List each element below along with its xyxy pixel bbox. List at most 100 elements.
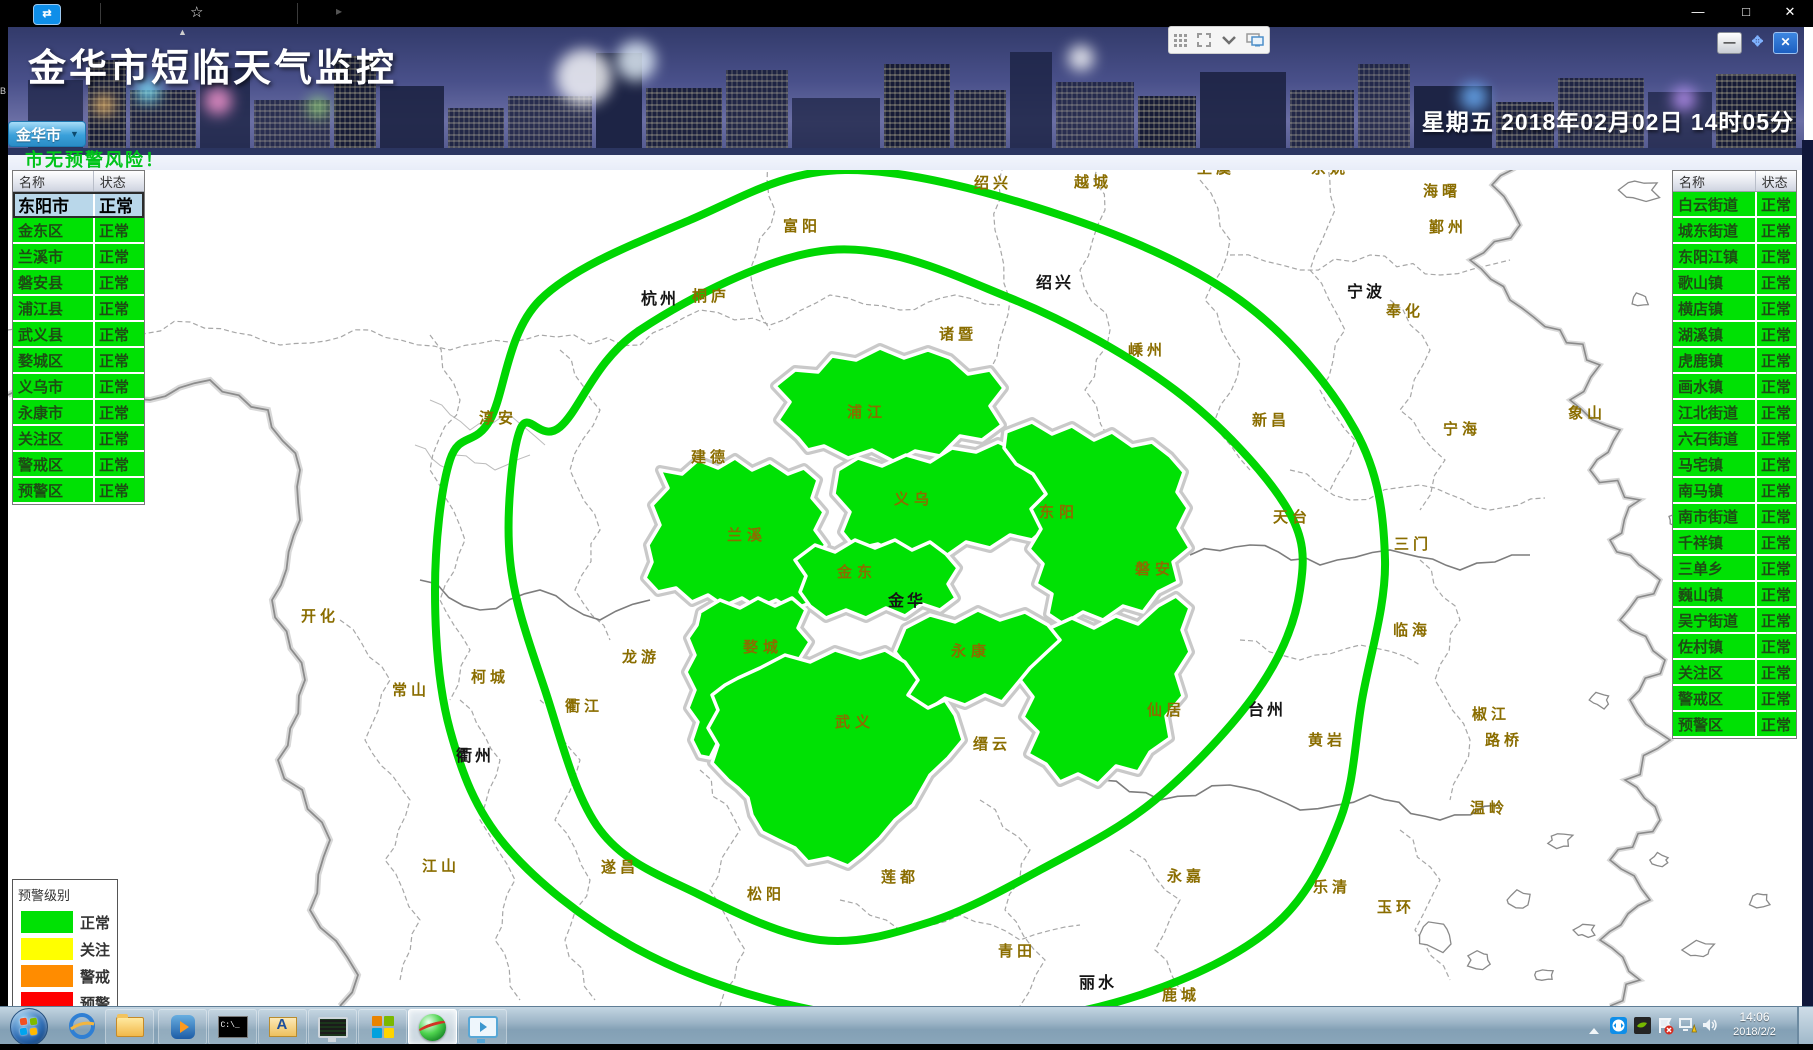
network-warning-icon[interactable] (1679, 1017, 1698, 1039)
nvidia-tray-icon[interactable] (1634, 1017, 1651, 1039)
teamviewer-icon[interactable]: ⇄ (33, 4, 61, 25)
table-row[interactable]: 马宅镇正常 (1673, 452, 1796, 478)
app-minimize-button[interactable]: — (1717, 32, 1742, 54)
screen-bottom-edge (0, 1044, 1813, 1050)
table-row[interactable]: 义乌市正常 (13, 374, 144, 400)
row-name: 金东区 (13, 220, 93, 241)
row-status: 正常 (93, 348, 144, 372)
start-button[interactable] (10, 1008, 48, 1046)
taskbar-item-media-player[interactable] (158, 1009, 207, 1045)
table-row[interactable]: 画水镇正常 (1673, 374, 1796, 400)
app-restore-button[interactable]: ✥ (1746, 32, 1769, 52)
province-map[interactable]: 富阳桐庐杭州淳安建德绍兴越城上虞余姚海曙鄞州北仑绍兴宁波奉化诸暨嵊州新昌宁海象山… (8, 148, 1804, 1006)
table-row[interactable]: 警戒区正常 (1673, 686, 1796, 712)
table-row[interactable]: 浦江县正常 (13, 296, 144, 322)
row-status: 正常 (1755, 634, 1796, 658)
taskbar-item-remote-desktop[interactable] (308, 1009, 357, 1045)
table-row[interactable]: 婺城区正常 (13, 348, 144, 374)
table-row[interactable]: 城东街道正常 (1673, 218, 1796, 244)
row-status: 正常 (1755, 296, 1796, 320)
map-label-area: 淳安 (479, 409, 517, 427)
table-row[interactable]: 横店镇正常 (1673, 296, 1796, 322)
legend-title: 预警级别 (13, 880, 117, 906)
table-header: 名称 状态 (1673, 171, 1796, 192)
grid-icon[interactable] (1174, 34, 1187, 47)
table-row[interactable]: 虎鹿镇正常 (1673, 348, 1796, 374)
row-name: 白云街道 (1673, 194, 1755, 215)
table-row[interactable]: 警戒区正常 (13, 452, 144, 478)
table-row[interactable]: 湖溪镇正常 (1673, 322, 1796, 348)
row-status: 正常 (93, 478, 144, 502)
table-row[interactable]: 江北街道正常 (1673, 400, 1796, 426)
show-desktop-button[interactable] (1797, 1007, 1813, 1045)
hidden-items-arrow[interactable] (1588, 1022, 1600, 1040)
map-label-area: 永嘉 (1166, 867, 1205, 885)
row-name: 吴宁街道 (1673, 610, 1755, 631)
monitor-icon[interactable] (1246, 33, 1264, 47)
column-header-status[interactable]: 状态 (94, 172, 144, 191)
row-status: 正常 (1755, 582, 1796, 606)
teamviewer-tray-icon[interactable] (1610, 1017, 1627, 1039)
row-name: 巍山镇 (1673, 584, 1755, 605)
table-row[interactable]: 金东区正常 (13, 218, 144, 244)
table-row[interactable]: 关注区正常 (13, 426, 144, 452)
window-maximize-button[interactable]: □ (1731, 4, 1761, 19)
column-header-name[interactable]: 名称 (1673, 171, 1756, 191)
table-row[interactable]: 巍山镇正常 (1673, 582, 1796, 608)
clock-time: 14:06 (1727, 1010, 1782, 1025)
column-header-status[interactable]: 状态 (1756, 172, 1796, 191)
table-row[interactable]: 武义县正常 (13, 322, 144, 348)
taskbar-item-internet-explorer[interactable] (58, 1009, 105, 1043)
table-row[interactable]: 南马镇正常 (1673, 478, 1796, 504)
app-close-button[interactable]: ✕ (1773, 32, 1798, 54)
window-right-border (1802, 140, 1813, 1006)
row-status: 正常 (1755, 348, 1796, 372)
table-row[interactable]: 东阳江镇正常 (1673, 244, 1796, 270)
taskbar-item-explorer-folder[interactable] (105, 1009, 154, 1045)
map-label-area: 柯城 (471, 668, 509, 686)
table-row[interactable]: 预警区正常 (1673, 712, 1796, 738)
taskbar-item-media-monitor[interactable] (458, 1009, 507, 1045)
collapse-handle-icon[interactable]: ▲ (178, 27, 187, 37)
taskbar-item-weather-globe[interactable] (408, 1009, 457, 1045)
table-row[interactable]: 佐村镇正常 (1673, 634, 1796, 660)
table-row[interactable]: 预警区正常 (13, 478, 144, 504)
tray-clock[interactable]: 14:06 2018/2/2 (1727, 1010, 1782, 1040)
row-name: 永康市 (13, 402, 93, 423)
row-name: 虎鹿镇 (1673, 350, 1755, 371)
map-label-city: 台州 (1248, 700, 1286, 719)
window-close-button[interactable]: ✕ (1775, 4, 1805, 20)
titlebar-separator (297, 3, 298, 24)
window-minimize-button[interactable]: — (1683, 4, 1713, 19)
map-label-area: 路桥 (1485, 731, 1523, 749)
weather-globe-icon (419, 1014, 446, 1041)
table-row[interactable]: 千祥镇正常 (1673, 530, 1796, 556)
table-row[interactable]: 东阳市正常 (13, 192, 144, 218)
chevron-down-icon[interactable] (1222, 36, 1236, 45)
table-row[interactable]: 三单乡正常 (1673, 556, 1796, 582)
favorites-star-icon[interactable]: ☆ (190, 3, 203, 21)
table-row[interactable]: 磐安县正常 (13, 270, 144, 296)
map-label-area: 婺城 (742, 638, 783, 656)
menu-arrow-icon[interactable]: ▸ (336, 4, 342, 18)
table-row[interactable]: 歌山镇正常 (1673, 270, 1796, 296)
city-selector-label: 金华市 (9, 124, 70, 145)
column-header-name[interactable]: 名称 (13, 171, 94, 191)
taskbar-item-color-tiles[interactable] (358, 1009, 407, 1045)
table-row[interactable]: 六石街道正常 (1673, 426, 1796, 452)
table-row[interactable]: 关注区正常 (1673, 660, 1796, 686)
table-row[interactable]: 白云街道正常 (1673, 192, 1796, 218)
titlebar-separator (100, 3, 101, 24)
city-selector-dropdown[interactable]: 金华市 ▼ (8, 121, 86, 147)
volume-icon[interactable] (1702, 1017, 1719, 1038)
taskbar-item-command-prompt[interactable]: C:\_ (208, 1009, 257, 1045)
taskbar-item-design-folder[interactable]: A (258, 1009, 307, 1045)
action-center-flag[interactable] (1657, 1017, 1675, 1040)
table-row[interactable]: 吴宁街道正常 (1673, 608, 1796, 634)
table-row[interactable]: 永康市正常 (13, 400, 144, 426)
table-row[interactable]: 兰溪市正常 (13, 244, 144, 270)
row-name: 婺城区 (13, 350, 93, 371)
expand-icon[interactable] (1197, 33, 1211, 47)
table-row[interactable]: 南市街道正常 (1673, 504, 1796, 530)
map-label-area: 象山 (1568, 404, 1606, 422)
